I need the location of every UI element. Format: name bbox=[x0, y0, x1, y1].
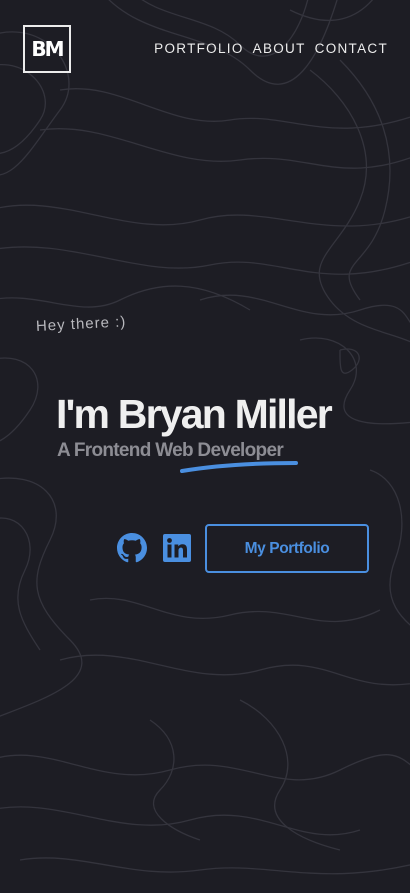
github-icon bbox=[117, 533, 147, 563]
role-underline bbox=[180, 461, 298, 473]
nav-contact[interactable]: CONTACT bbox=[315, 41, 388, 56]
nav-portfolio[interactable]: PORTFOLIO bbox=[154, 41, 243, 56]
logo[interactable]: BM bbox=[23, 25, 71, 73]
main-nav: PORTFOLIO ABOUT CONTACT bbox=[154, 41, 388, 56]
nav-about[interactable]: ABOUT bbox=[253, 41, 306, 56]
github-link[interactable] bbox=[116, 532, 148, 564]
my-portfolio-button[interactable]: My Portfolio bbox=[205, 524, 369, 573]
linkedin-icon bbox=[163, 534, 191, 562]
hero-name: I'm Bryan Miller bbox=[56, 391, 333, 437]
linkedin-link[interactable] bbox=[161, 532, 193, 564]
